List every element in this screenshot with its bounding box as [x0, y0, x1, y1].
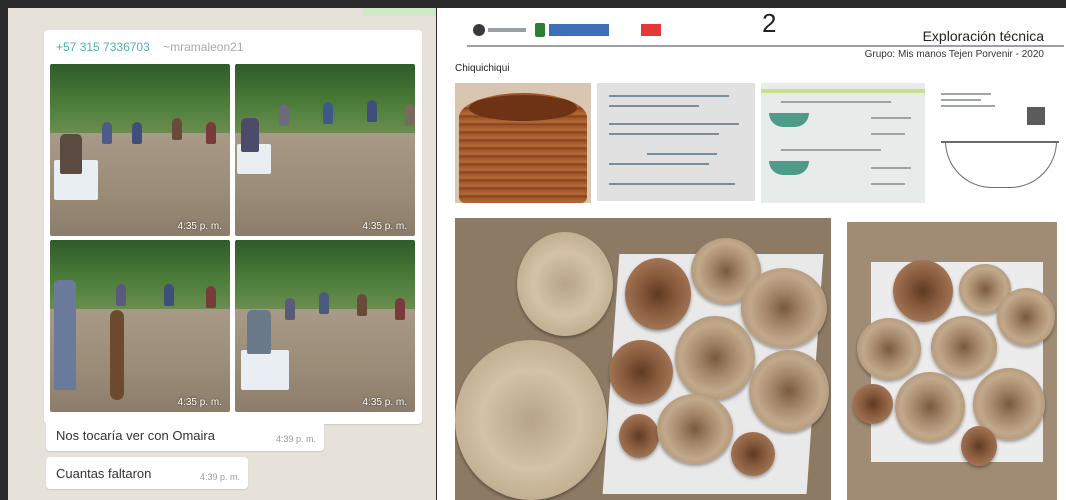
message-bubble[interactable]: Cuantas faltaron 4:39 p. m. — [46, 457, 248, 489]
photo-timestamp: 4:35 p. m. — [362, 397, 407, 408]
technical-drawing-image — [931, 83, 1059, 203]
basket-photo — [455, 83, 591, 203]
message-text: Cuantas faltaron — [56, 466, 152, 481]
blue-banner-logo — [549, 24, 609, 36]
message-sender: +57 315 7336703 ~mramaleon21 — [56, 40, 244, 54]
section-label: Chiquichiqui — [455, 63, 510, 74]
red-logo — [641, 24, 661, 36]
emblem-logo — [535, 23, 545, 37]
bowl-sketches-image — [761, 83, 925, 203]
message-text: Nos tocaría ver con Omaira — [56, 428, 215, 443]
message-time: 4:39 p. m. — [199, 472, 240, 482]
group-label: Grupo: Mis manos Tejen Porvenir - 2020 — [864, 49, 1044, 60]
media-message-bubble[interactable]: +57 315 7336703 ~mramaleon21 4:35 p. m. … — [44, 30, 422, 424]
chat-photo-4[interactable]: 4:35 p. m. — [235, 240, 415, 412]
organization-logo — [473, 24, 527, 36]
chat-photo-2[interactable]: 4:35 p. m. — [235, 64, 415, 236]
sponsor-logos — [473, 22, 661, 38]
document-title: Exploración técnica — [922, 28, 1044, 44]
sender-nickname: ~mramaleon21 — [163, 40, 244, 54]
baskets-photo-small — [847, 222, 1057, 500]
page-number: 2 — [762, 8, 777, 38]
header-divider — [467, 45, 1064, 47]
photo-timestamp: 4:35 p. m. — [177, 397, 222, 408]
baskets-photo-large — [455, 218, 831, 500]
chat-panel: +57 315 7336703 ~mramaleon21 4:35 p. m. … — [8, 8, 436, 500]
chat-photo-3[interactable]: 4:35 p. m. — [50, 240, 230, 412]
photo-timestamp: 4:35 p. m. — [177, 221, 222, 232]
sender-phone[interactable]: +57 315 7336703 — [56, 40, 150, 54]
photo-timestamp: 4:35 p. m. — [362, 221, 407, 232]
document-page: 2 Exploración técnica Grupo: Mis manos T… — [437, 8, 1066, 500]
chat-photo-1[interactable]: 4:35 p. m. — [50, 64, 230, 236]
message-time: 4:39 p. m. — [275, 434, 316, 444]
previous-message-edge — [363, 8, 436, 16]
handwritten-notes-image — [597, 83, 755, 201]
message-bubble[interactable]: Nos tocaría ver con Omaira 4:39 p. m. — [46, 419, 324, 451]
